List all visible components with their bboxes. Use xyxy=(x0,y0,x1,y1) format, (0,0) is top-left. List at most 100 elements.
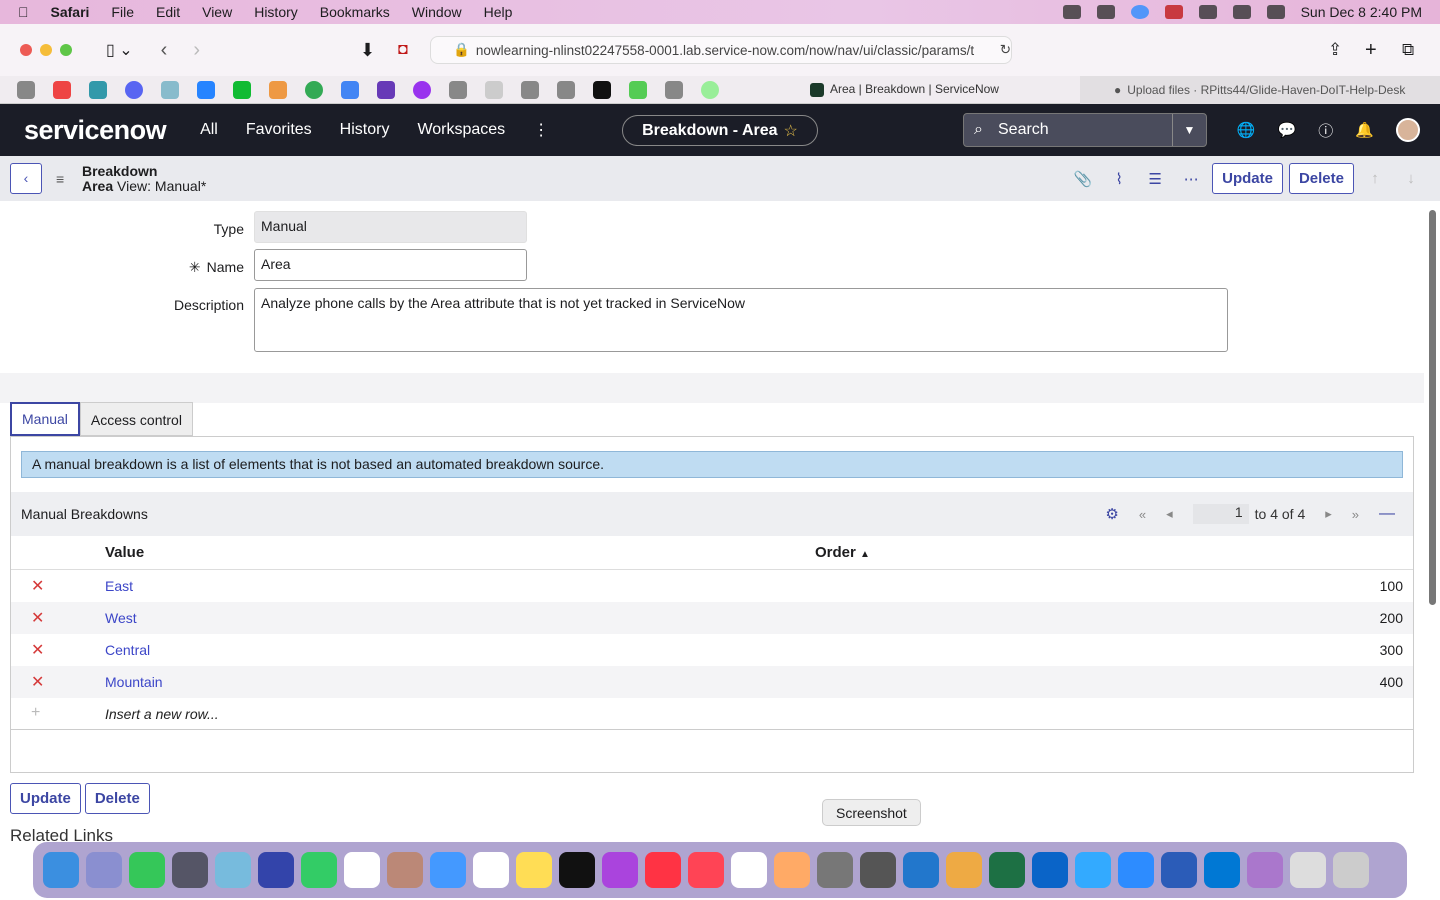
more-menu-icon[interactable]: ⋮ xyxy=(533,120,549,140)
download-icon[interactable]: ⬇ xyxy=(360,40,375,61)
battery-icon[interactable] xyxy=(1232,5,1251,19)
bookmark-icon[interactable] xyxy=(485,80,503,99)
app-icon[interactable] xyxy=(258,852,294,888)
star-icon[interactable]: ☆ xyxy=(784,121,798,141)
share-icon[interactable]: ⇪ xyxy=(1328,40,1342,60)
insert-row-label[interactable]: Insert a new row... xyxy=(105,706,219,722)
close-window-button[interactable] xyxy=(20,44,32,56)
finder-icon[interactable] xyxy=(43,852,79,888)
contacts-icon[interactable] xyxy=(387,852,423,888)
discord-icon[interactable] xyxy=(125,80,143,99)
menu-app[interactable]: Safari xyxy=(51,4,90,20)
jira-icon[interactable] xyxy=(197,80,215,99)
delete-row-icon[interactable]: ✕ xyxy=(31,608,44,628)
notion-icon[interactable] xyxy=(731,852,767,888)
bookmark-icon[interactable] xyxy=(665,80,683,99)
column-order[interactable]: Order ▲ xyxy=(815,544,870,561)
apple-icon[interactable]:  xyxy=(18,4,29,20)
cloud-icon[interactable] xyxy=(1198,5,1217,19)
calendar-icon[interactable] xyxy=(344,852,380,888)
chat-icon[interactable]: 💬 xyxy=(1278,121,1297,139)
screenshot-icon[interactable] xyxy=(860,852,896,888)
menu-file[interactable]: File xyxy=(111,4,134,20)
vscode-icon[interactable] xyxy=(903,852,939,888)
new-tab-icon[interactable]: + xyxy=(1365,39,1377,62)
bookmark-icon[interactable] xyxy=(701,80,719,99)
more-icon[interactable]: ⋯ xyxy=(1176,170,1206,188)
excel-icon[interactable] xyxy=(989,852,1025,888)
menu-edit[interactable]: Edit xyxy=(156,4,180,20)
delete-button[interactable]: Delete xyxy=(1288,163,1354,194)
photos-icon[interactable] xyxy=(774,852,810,888)
servicenow-logo[interactable]: servicenow xyxy=(24,115,167,146)
scrollbar[interactable] xyxy=(1429,210,1436,605)
back-icon[interactable]: ‹ xyxy=(161,39,168,62)
last-page-icon[interactable]: » xyxy=(1352,507,1359,522)
context-pill[interactable]: Breakdown - Area ☆ xyxy=(622,115,818,146)
maps-icon[interactable] xyxy=(215,852,251,888)
nav-all[interactable]: All xyxy=(200,121,218,139)
value-link[interactable]: Mountain xyxy=(105,674,163,690)
delete-row-icon[interactable]: ✕ xyxy=(31,576,44,596)
status-icon[interactable] xyxy=(1096,5,1115,19)
nav-history[interactable]: History xyxy=(340,121,390,139)
url-bar[interactable]: 🔒 nowlearning-nlinst02247558-0001.lab.ser… xyxy=(430,36,1012,64)
reminders-icon[interactable] xyxy=(473,852,509,888)
tab-access-control[interactable]: Access control xyxy=(79,402,193,436)
music-icon[interactable] xyxy=(688,852,724,888)
description-textarea[interactable]: Analyze phone calls by the Area attribut… xyxy=(254,288,1228,352)
bookmark-icon[interactable] xyxy=(161,80,179,99)
order-cell[interactable]: 300 xyxy=(1380,642,1403,658)
bookmark-icon[interactable] xyxy=(17,80,35,99)
bookmark-icon[interactable] xyxy=(305,80,323,99)
bell-icon[interactable]: 🔔 xyxy=(1355,121,1374,139)
tv-icon[interactable] xyxy=(559,852,595,888)
name-input[interactable]: Area xyxy=(254,249,527,281)
bookmark-icon[interactable] xyxy=(269,80,287,99)
help-icon[interactable]: ⓘ xyxy=(1318,120,1333,141)
facetime-icon[interactable] xyxy=(301,852,337,888)
wifi-icon[interactable] xyxy=(1266,5,1285,19)
next-page-icon[interactable]: ▸ xyxy=(1325,506,1332,522)
servicenow-bookmark-icon[interactable] xyxy=(233,80,251,99)
word-icon[interactable] xyxy=(1161,852,1197,888)
podcasts-icon[interactable] xyxy=(602,852,638,888)
previous-page-icon[interactable]: ◂ xyxy=(1166,506,1173,522)
status-icon[interactable] xyxy=(1062,5,1081,19)
globe-icon[interactable]: 🌐 xyxy=(1237,121,1256,139)
back-button[interactable]: ‹ xyxy=(10,163,42,194)
browser-tab-github[interactable]: ● Upload files · RPitts44/Glide-Haven-DoI… xyxy=(1080,76,1440,104)
settings-sliders-icon[interactable]: ☰ xyxy=(1140,170,1170,188)
mcafee-extension-icon[interactable]: ◘ xyxy=(398,41,408,59)
previous-record-icon[interactable]: ↑ xyxy=(1360,170,1390,187)
reload-icon[interactable]: ↻ xyxy=(1000,42,1011,58)
search-scope-dropdown[interactable]: ▼ xyxy=(1172,114,1206,146)
clock[interactable]: Sun Dec 8 2:40 PM xyxy=(1301,4,1422,20)
google-docs-icon[interactable] xyxy=(341,80,359,99)
mcafee-icon[interactable] xyxy=(1164,5,1183,19)
mail-icon[interactable] xyxy=(430,852,466,888)
menu-view[interactable]: View xyxy=(202,4,232,20)
notes-icon[interactable] xyxy=(516,852,552,888)
aws-icon[interactable] xyxy=(593,80,611,99)
value-link[interactable]: West xyxy=(105,610,137,626)
collapse-icon[interactable]: — xyxy=(1379,505,1395,523)
messages-icon[interactable] xyxy=(129,852,165,888)
hamburger-icon[interactable]: ≡ xyxy=(56,171,64,187)
value-link[interactable]: East xyxy=(105,578,133,594)
update-button[interactable]: Update xyxy=(1212,163,1283,194)
system-preferences-icon[interactable] xyxy=(817,852,853,888)
page-number-input[interactable]: 1 xyxy=(1192,504,1249,524)
news-icon[interactable] xyxy=(645,852,681,888)
insert-row[interactable]: + Insert a new row... xyxy=(11,698,1413,730)
order-cell[interactable]: 100 xyxy=(1380,578,1403,594)
global-search[interactable]: ⌕ Search ▼ xyxy=(963,113,1207,147)
windows-app-icon[interactable] xyxy=(1204,852,1240,888)
delete-row-icon[interactable]: ✕ xyxy=(31,640,44,660)
sidebar-icon[interactable]: ▯ ⌄ xyxy=(106,40,133,60)
forward-icon[interactable]: › xyxy=(193,39,200,62)
next-record-icon[interactable]: ↓ xyxy=(1396,170,1426,187)
zoom-app-icon[interactable] xyxy=(1118,852,1154,888)
menu-help[interactable]: Help xyxy=(484,4,513,20)
bookmark-icon[interactable] xyxy=(521,80,539,99)
